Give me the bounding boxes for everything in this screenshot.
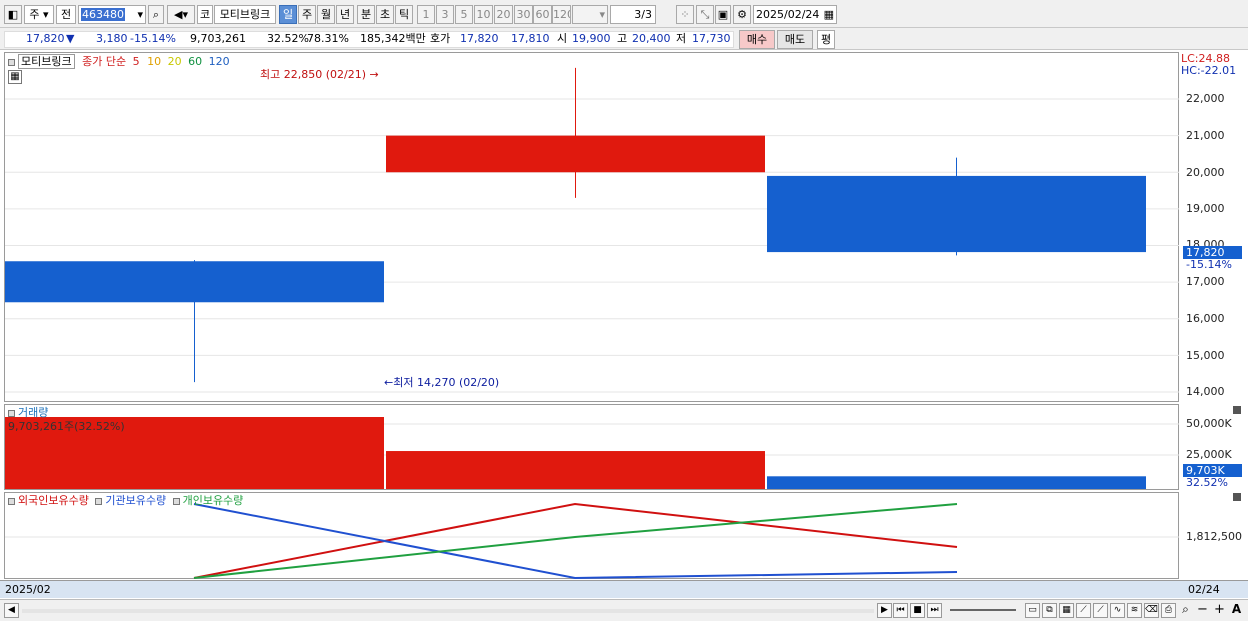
- erase-tool-icon[interactable]: ⌫: [1144, 603, 1159, 618]
- holding-tick: 1,812,500: [1186, 530, 1242, 543]
- vol-tick-25000k: 25,000K: [1186, 448, 1232, 461]
- series-foreign: 외국인보유수량: [18, 494, 89, 507]
- vol-tick-50000k: 50,000K: [1186, 417, 1232, 430]
- footer-bar: ◀ ▶ ⏮ ■ ⏭ ▭ ⧉ ▦ ⟋ ⟋ ∿ ≋ ⌫ ⎙ ⌕ − + A: [0, 599, 1248, 621]
- hc-label: HC:-22.01: [1181, 64, 1237, 77]
- individual-holding-line: [193, 503, 958, 579]
- series-institution: 기관보유수량: [105, 494, 167, 507]
- y-tick-17000: 17,000: [1186, 275, 1225, 288]
- ma-5: 5: [132, 55, 140, 68]
- close-icon[interactable]: [1233, 493, 1241, 501]
- y-tick-22000: 22,000: [1186, 92, 1225, 105]
- series-individual: 개인보유수량: [182, 494, 244, 507]
- high-annotation: 최고 22,850 (02/21) →: [260, 66, 379, 82]
- zoom-slider[interactable]: [950, 609, 1016, 611]
- price-stock-name: 모티브링크: [18, 54, 75, 69]
- chart-canvas: [5, 67, 1179, 580]
- ma-20: 20: [167, 55, 182, 68]
- high-note-text: 최고 22,850 (02/21): [260, 68, 367, 81]
- layout-icon[interactable]: ▭: [1025, 603, 1040, 618]
- scrollbar-track[interactable]: [22, 609, 874, 613]
- panel-menu-icon[interactable]: [8, 58, 15, 66]
- volume-detail: 9,703,261주(32.52%): [8, 420, 125, 433]
- institution-holding-line: [193, 503, 958, 580]
- holding-legend: 외국인보유수량 기관보유수량 개인보유수량: [8, 492, 243, 508]
- layout2-icon[interactable]: ⧉: [1042, 603, 1057, 618]
- candle-body: [767, 175, 1146, 253]
- y-tick-14000: 14,000: [1186, 385, 1225, 398]
- current-pct-tag: -15.14%: [1186, 258, 1232, 271]
- candle-body: [386, 135, 765, 173]
- panel-menu-icon[interactable]: [8, 409, 15, 417]
- text-size-icon[interactable]: A: [1229, 603, 1244, 618]
- candle-body: [5, 261, 384, 303]
- volume-bar: [386, 451, 765, 489]
- panel-menu-icon[interactable]: [172, 497, 180, 505]
- rewind-icon[interactable]: ⏮: [893, 603, 908, 618]
- line-tool-icon[interactable]: ⟋: [1076, 603, 1091, 618]
- y-tick-19000: 19,000: [1186, 202, 1225, 215]
- ma-10: 10: [147, 55, 162, 68]
- stop-icon[interactable]: ■: [910, 603, 925, 618]
- low-note-text: 최저 14,270 (02/20): [393, 376, 500, 389]
- ma-60: 60: [188, 55, 203, 68]
- stock-chart-window: ◧ 주 ▾ 전 463480 ▾ ⌕ ◀▾ 코 모티브링크 일 주 월 년 분 …: [0, 0, 1248, 621]
- y-tick-21000: 21,000: [1186, 129, 1225, 142]
- ma-120: 120: [208, 55, 230, 68]
- y-tick-20000: 20,000: [1186, 166, 1225, 179]
- trend-tool-icon[interactable]: ⟋: [1093, 603, 1108, 618]
- y-tick-15000: 15,000: [1186, 349, 1225, 362]
- grid-icon[interactable]: ▦: [1059, 603, 1074, 618]
- arrow-left-icon: ←: [384, 376, 394, 389]
- wave-tool-icon[interactable]: ∿: [1110, 603, 1125, 618]
- scroll-right-icon[interactable]: ▶: [877, 603, 892, 618]
- low-annotation: ←최저 14,270 (02/20): [384, 374, 499, 390]
- panel-menu-icon[interactable]: [95, 497, 103, 505]
- ma-label: 종가 단순: [82, 55, 127, 68]
- arrow-right-icon: →: [369, 68, 379, 81]
- close-icon[interactable]: [1233, 406, 1241, 414]
- plus-icon[interactable]: +: [1212, 603, 1227, 618]
- scroll-left-icon[interactable]: ◀: [4, 603, 19, 618]
- panel-menu-icon[interactable]: [8, 497, 15, 505]
- volume-bar: [767, 476, 1146, 489]
- fast-forward-icon[interactable]: ⏭: [927, 603, 942, 618]
- price-legend: 모티브링크 종가 단순 5 10 20 60 120: [8, 53, 230, 69]
- zoom-icon[interactable]: ⌕: [1178, 603, 1193, 618]
- minus-icon[interactable]: −: [1195, 603, 1210, 618]
- foreign-holding-line: [193, 502, 958, 579]
- current-vol-pct: 32.52%: [1186, 476, 1228, 489]
- table-icon[interactable]: ▦: [8, 70, 22, 84]
- y-tick-16000: 16,000: [1186, 312, 1225, 325]
- fib-tool-icon[interactable]: ≋: [1127, 603, 1142, 618]
- print-icon[interactable]: ⎙: [1161, 603, 1176, 618]
